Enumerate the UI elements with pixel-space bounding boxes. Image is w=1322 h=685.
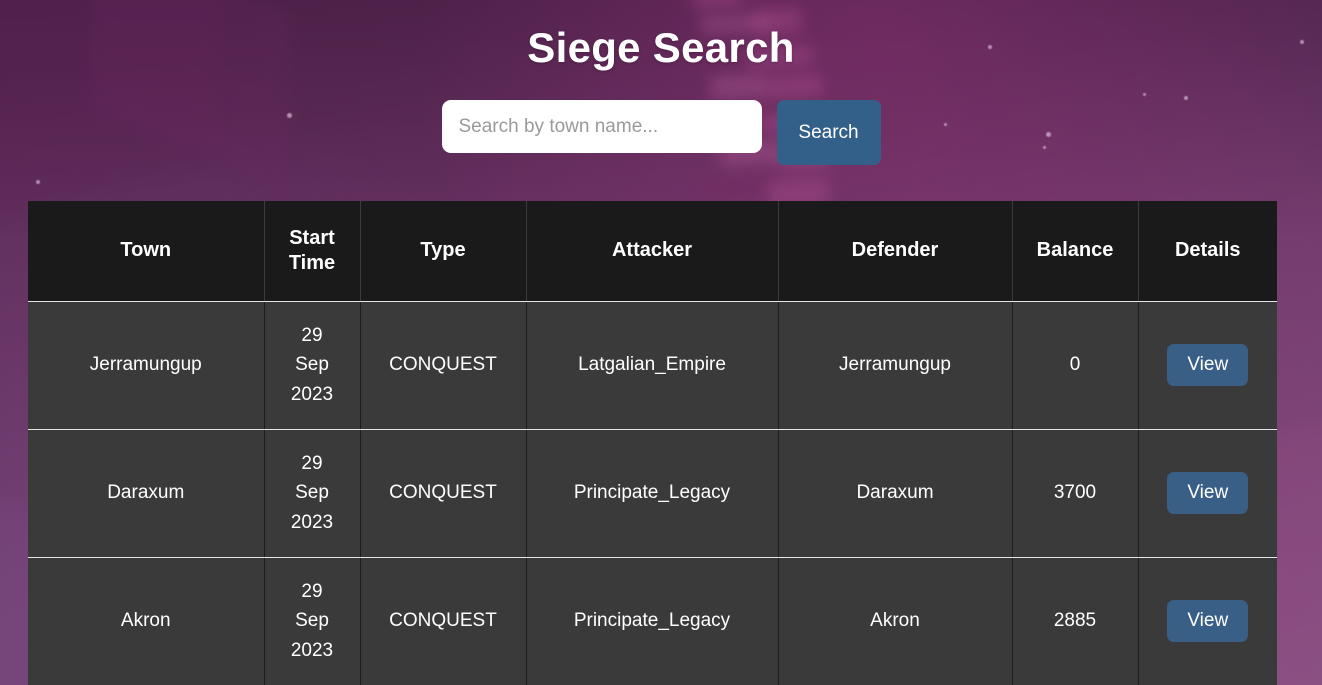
page-title: Siege Search [527, 24, 795, 71]
view-button[interactable]: View [1167, 471, 1249, 515]
start-month: Sep [295, 610, 329, 632]
cell-attacker: Principate_Legacy [525, 557, 779, 685]
cell-balance: 2885 [1011, 557, 1139, 685]
start-day: 29 [301, 324, 323, 346]
cell-attacker: Latgalian_Empire [525, 301, 779, 430]
cell-details: View [1137, 429, 1277, 558]
start-day: 29 [301, 580, 323, 602]
table-row: Jerramungup 29 Sep 2023 CONQUEST Latgali… [28, 301, 1277, 430]
page-root: Siege Search Search Town Start Time Type… [0, 0, 1322, 685]
cell-type: CONQUEST [359, 301, 527, 430]
table-row: Akron 29 Sep 2023 CONQUEST Principate_Le… [28, 557, 1277, 685]
cell-balance: 0 [1011, 301, 1139, 430]
cell-type: CONQUEST [359, 557, 527, 685]
start-year: 2023 [290, 511, 334, 533]
cell-town: Akron [28, 557, 265, 685]
column-header-type: Type [359, 201, 527, 302]
view-button[interactable]: View [1167, 343, 1249, 387]
column-header-town: Town [28, 201, 265, 302]
search-button[interactable]: Search [776, 100, 881, 166]
table-header: Town Start Time Type Attacker Defender B… [28, 201, 1277, 302]
column-header-details: Details [1137, 201, 1277, 302]
cell-details: View [1137, 557, 1277, 685]
cell-start-time: 29 Sep 2023 [263, 301, 361, 430]
table-body: Jerramungup 29 Sep 2023 CONQUEST Latgali… [28, 301, 1277, 685]
cell-start-time: 29 Sep 2023 [263, 429, 361, 558]
siege-results-table: Town Start Time Type Attacker Defender B… [28, 201, 1277, 685]
cell-details: View [1137, 301, 1277, 430]
cell-town: Daraxum [28, 429, 265, 558]
search-input[interactable] [441, 100, 762, 154]
column-header-attacker: Attacker [525, 201, 779, 302]
start-year: 2023 [290, 383, 334, 405]
view-button[interactable]: View [1167, 599, 1249, 643]
cell-defender: Akron [777, 557, 1013, 685]
start-year: 2023 [290, 639, 334, 661]
cell-defender: Jerramungup [777, 301, 1013, 430]
siege-results-table-container: Town Start Time Type Attacker Defender B… [28, 201, 1277, 685]
cell-attacker: Principate_Legacy [525, 429, 779, 558]
cell-defender: Daraxum [777, 429, 1013, 558]
start-month: Sep [295, 482, 329, 504]
cell-start-time: 29 Sep 2023 [263, 557, 361, 685]
cell-type: CONQUEST [359, 429, 527, 558]
cell-town: Jerramungup [28, 301, 265, 430]
table-header-row: Town Start Time Type Attacker Defender B… [28, 201, 1277, 302]
cell-balance: 3700 [1011, 429, 1139, 558]
column-header-balance: Balance [1011, 201, 1139, 302]
search-bar: Search [0, 100, 1322, 166]
table-row: Daraxum 29 Sep 2023 CONQUEST Principate_… [28, 429, 1277, 558]
start-month: Sep [295, 354, 329, 376]
column-header-defender: Defender [777, 201, 1013, 302]
start-day: 29 [301, 452, 323, 474]
column-header-start-time: Start Time [263, 201, 361, 302]
